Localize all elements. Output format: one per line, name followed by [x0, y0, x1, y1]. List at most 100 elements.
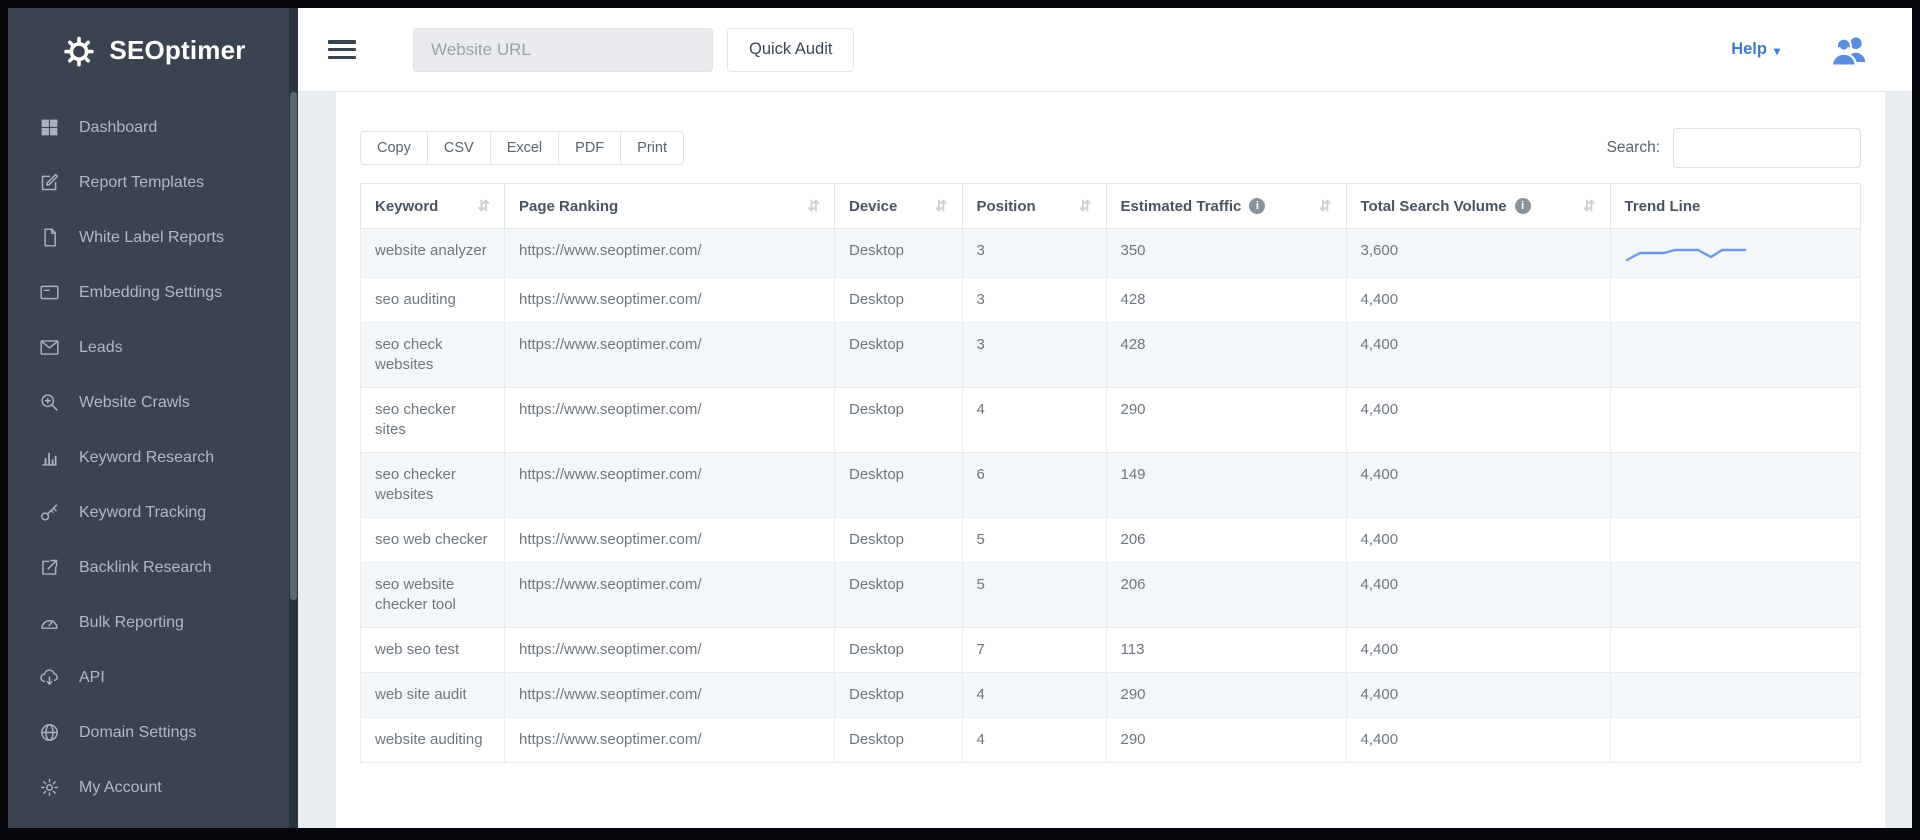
cell-estimated-traffic: 149 [1106, 453, 1346, 518]
cell-total-search-volume: 4,400 [1346, 518, 1610, 563]
website-url-input[interactable] [413, 28, 713, 72]
cell-device: Desktop [835, 388, 963, 453]
cell-page-ranking: https://www.seoptimer.com/ [505, 323, 835, 388]
sidebar-item-keyword-tracking[interactable]: Keyword Tracking [8, 485, 298, 540]
sidebar-item-label: Bulk Reporting [79, 614, 184, 632]
cell-keyword: website analyzer [361, 229, 505, 278]
cell-keyword: web seo test [361, 628, 505, 673]
sidebar-item-report-templates[interactable]: Report Templates [8, 155, 298, 210]
hamburger-menu-icon[interactable] [328, 40, 356, 59]
cell-estimated-traffic: 290 [1106, 718, 1346, 763]
seoptimer-logo[interactable]: SEOptimer [8, 8, 298, 92]
column-header-page-ranking[interactable]: Page Ranking⇵ [505, 184, 835, 229]
sidebar-item-label: Website Crawls [79, 394, 190, 412]
help-label: Help [1731, 40, 1767, 59]
cell-keyword: seo auditing [361, 278, 505, 323]
cell-trend [1610, 563, 1861, 628]
app-window: SEOptimer Dashboard Report Templates White… [8, 8, 1912, 828]
cell-page-ranking: https://www.seoptimer.com/ [505, 518, 835, 563]
cell-total-search-volume: 3,600 [1346, 229, 1610, 278]
table-search: Search: [1607, 128, 1861, 168]
sidebar-item-backlink-research[interactable]: Backlink Research [8, 540, 298, 595]
globe-icon [38, 722, 60, 743]
quick-audit-button[interactable]: Quick Audit [727, 28, 854, 72]
cell-trend [1610, 518, 1861, 563]
sidebar-item-label: Keyword Research [79, 449, 214, 467]
cell-device: Desktop [835, 453, 963, 518]
cell-device: Desktop [835, 518, 963, 563]
sidebar-item-bulk-reporting[interactable]: Bulk Reporting [8, 595, 298, 650]
cell-total-search-volume: 4,400 [1346, 323, 1610, 388]
cell-position: 3 [962, 323, 1106, 388]
sidebar-item-domain-settings[interactable]: Domain Settings [8, 705, 298, 760]
account-users-icon[interactable] [1828, 32, 1870, 68]
sidebar-scrollbar-thumb[interactable] [290, 92, 297, 600]
column-header-estimated-traffic[interactable]: Estimated Traffici⇵ [1106, 184, 1346, 229]
export-button-excel[interactable]: Excel [491, 132, 559, 164]
cell-trend [1610, 673, 1861, 718]
table-header-row: Keyword⇵Page Ranking⇵Device⇵Position⇵Est… [361, 184, 1861, 229]
table-row: seo auditinghttps://www.seoptimer.com/De… [361, 278, 1861, 323]
bar-chart-icon [38, 447, 60, 468]
sidebar-item-label: Leads [79, 339, 123, 357]
sidebar-item-label: White Label Reports [79, 229, 224, 247]
cloud-download-icon [38, 667, 60, 688]
sidebar-item-api[interactable]: API [8, 650, 298, 705]
topbar: Quick Audit Help ▾ [298, 8, 1912, 92]
search-plus-icon [38, 392, 60, 413]
info-icon[interactable]: i [1515, 198, 1531, 214]
cell-device: Desktop [835, 628, 963, 673]
column-header-total-search-volume[interactable]: Total Search Volumei⇵ [1346, 184, 1610, 229]
dashboard-icon [38, 117, 60, 138]
column-header-keyword[interactable]: Keyword⇵ [361, 184, 505, 229]
cell-device: Desktop [835, 323, 963, 388]
sort-icon: ⇵ [477, 197, 490, 215]
table-row: seo web checkerhttps://www.seoptimer.com… [361, 518, 1861, 563]
export-button-copy[interactable]: Copy [361, 132, 428, 164]
table-body: website analyzerhttps://www.seoptimer.co… [361, 229, 1861, 763]
cell-keyword: seo website checker tool [361, 563, 505, 628]
sidebar-item-leads[interactable]: Leads [8, 320, 298, 375]
cell-estimated-traffic: 290 [1106, 673, 1346, 718]
cell-position: 5 [962, 518, 1106, 563]
cell-trend [1610, 388, 1861, 453]
table-search-input[interactable] [1673, 128, 1861, 168]
cell-total-search-volume: 4,400 [1346, 628, 1610, 673]
cell-page-ranking: https://www.seoptimer.com/ [505, 229, 835, 278]
sidebar-item-embedding-settings[interactable]: Embedding Settings [8, 265, 298, 320]
export-button-csv[interactable]: CSV [428, 132, 491, 164]
sidebar-item-white-label-reports[interactable]: White Label Reports [8, 210, 298, 265]
export-button-print[interactable]: Print [621, 132, 683, 164]
cell-trend [1610, 323, 1861, 388]
help-dropdown[interactable]: Help ▾ [1731, 40, 1780, 59]
cell-position: 4 [962, 673, 1106, 718]
sidebar-item-label: Report Templates [79, 174, 204, 192]
cell-total-search-volume: 4,400 [1346, 673, 1610, 718]
cell-trend [1610, 718, 1861, 763]
cell-total-search-volume: 4,400 [1346, 388, 1610, 453]
column-label: Total Search Volume [1361, 198, 1507, 215]
sidebar-item-dashboard[interactable]: Dashboard [8, 100, 298, 155]
keyword-table: Keyword⇵Page Ranking⇵Device⇵Position⇵Est… [360, 183, 1861, 763]
cell-position: 3 [962, 278, 1106, 323]
cell-position: 5 [962, 563, 1106, 628]
sidebar-nav: Dashboard Report Templates White Label Rep… [8, 92, 298, 815]
sidebar-item-label: My Account [79, 779, 162, 797]
cell-position: 6 [962, 453, 1106, 518]
cell-keyword: seo checker websites [361, 453, 505, 518]
envelope-icon [38, 337, 60, 358]
table-toolbar: CopyCSVExcelPDFPrint Search: [360, 128, 1861, 168]
sidebar-item-website-crawls[interactable]: Website Crawls [8, 375, 298, 430]
cell-page-ranking: https://www.seoptimer.com/ [505, 718, 835, 763]
sidebar-item-label: Dashboard [79, 119, 157, 137]
cell-trend [1610, 453, 1861, 518]
info-icon[interactable]: i [1249, 198, 1265, 214]
column-header-device[interactable]: Device⇵ [835, 184, 963, 229]
cell-estimated-traffic: 206 [1106, 563, 1346, 628]
logo-text: SEOptimer [109, 35, 245, 66]
sidebar-item-keyword-research[interactable]: Keyword Research [8, 430, 298, 485]
column-header-position[interactable]: Position⇵ [962, 184, 1106, 229]
cell-total-search-volume: 4,400 [1346, 718, 1610, 763]
export-button-pdf[interactable]: PDF [559, 132, 621, 164]
sidebar-item-my-account[interactable]: My Account [8, 760, 298, 815]
